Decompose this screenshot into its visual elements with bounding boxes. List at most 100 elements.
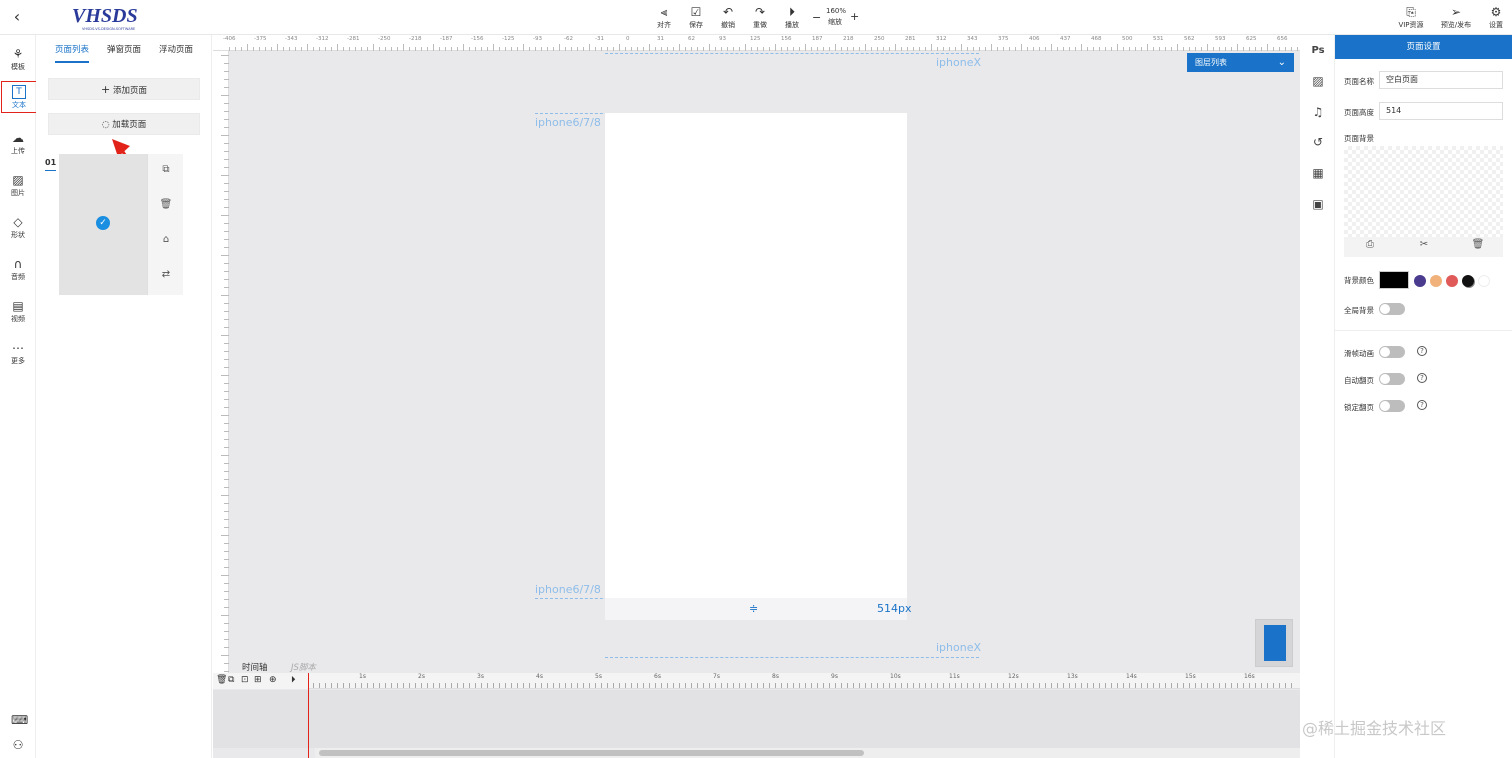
guide-label-iphone678-bottom: iphone6/7/8 (535, 583, 601, 596)
ruler-tick (673, 47, 674, 51)
timeline-tick (439, 683, 440, 688)
user-icon[interactable]: ⚇ (0, 735, 36, 755)
timeline-playhead[interactable] (308, 673, 309, 758)
ruler-tick-label: 531 (1153, 36, 1164, 42)
delete-icon[interactable]: 🗑 (216, 675, 227, 685)
ruler-tick (1129, 47, 1130, 51)
ruler-tick (259, 47, 260, 51)
background-color-picker[interactable] (1379, 271, 1409, 289)
layer-list-dropdown[interactable]: 图层列表 ⌄ (1187, 53, 1294, 72)
color-swatch-peach[interactable] (1430, 275, 1442, 287)
sidebar-item-more[interactable]: ⋯ 更多 (0, 335, 36, 371)
tool-sidebar: ⚘ 模板 T 文本 ☁ 上传 ▨ 图片 ◇ 形状 ∩ 音频 ▤ 视频 ⋯ 更多 (0, 35, 49, 758)
save-button[interactable]: ☑ 保存 (683, 5, 709, 33)
help-icon[interactable]: ? (1417, 373, 1427, 383)
resize-height-icon[interactable]: ≑ (749, 602, 758, 615)
timeline-tick (1195, 683, 1196, 688)
color-swatch-purple[interactable] (1414, 275, 1426, 287)
tab-js-script[interactable]: JS脚本 (291, 661, 316, 673)
timeline-track[interactable] (213, 690, 1300, 748)
color-swatch-red[interactable] (1446, 275, 1458, 287)
align-button[interactable]: ⫷ 对齐 (651, 5, 677, 33)
ruler-tick (224, 567, 229, 568)
settings-button[interactable]: ⚙ 设置 (1484, 5, 1508, 33)
preview-publish-button[interactable]: ➢ 预览/发布 (1438, 5, 1474, 33)
timeline-play-icon[interactable]: ⏵ (291, 675, 296, 685)
auto-flip-toggle[interactable] (1379, 373, 1405, 385)
undo-button[interactable]: ↶ 撤销 (715, 5, 741, 33)
align-icon: ⫷ (660, 5, 668, 19)
ps-import-icon[interactable]: Ps (1308, 41, 1328, 61)
scrollbar-thumb[interactable] (319, 750, 864, 756)
back-chevron-icon[interactable]: ‹ (8, 9, 26, 27)
sidebar-item-upload[interactable]: ☁ 上传 (0, 125, 36, 161)
ruler-tick (505, 47, 506, 51)
tab-floating-pages[interactable]: 浮动页面 (159, 43, 193, 55)
copy-icon[interactable]: ⧉ (228, 675, 234, 685)
zoom-in-button[interactable]: + (850, 10, 859, 23)
music-icon[interactable]: ♫ (1308, 102, 1328, 122)
ruler-tick (847, 47, 848, 51)
texture-icon[interactable]: ▨ (1308, 71, 1328, 91)
sidebar-item-video[interactable]: ▤ 视频 (0, 293, 36, 329)
play-button[interactable]: ⏵ 播放 (779, 5, 805, 33)
sidebar-item-image[interactable]: ▨ 图片 (0, 167, 36, 203)
history-icon[interactable]: ↺ (1308, 132, 1328, 152)
lock-flip-toggle[interactable] (1379, 400, 1405, 412)
grid-icon[interactable]: ▦ (1308, 163, 1328, 183)
timeline-tick (1015, 683, 1016, 688)
timeline-tick (859, 683, 860, 688)
set-home-icon[interactable]: ⌂ (148, 234, 184, 252)
page-height-input[interactable]: 514 (1379, 102, 1503, 120)
delete-background-icon[interactable]: 🗑 (1468, 239, 1488, 255)
help-icon[interactable]: ? (1417, 346, 1427, 356)
tab-page-list[interactable]: 页面列表 (55, 43, 90, 63)
color-swatch-black[interactable] (1462, 275, 1474, 287)
page-thumbnail[interactable]: ✓ (59, 154, 147, 295)
ruler-tick (224, 383, 229, 384)
select-icon[interactable]: ⊡ (241, 675, 249, 685)
help-icon[interactable]: ? (1417, 400, 1427, 410)
slide-animation-toggle[interactable] (1379, 346, 1405, 358)
crop-scissors-icon[interactable]: ✂ (1414, 239, 1434, 255)
image-library-icon[interactable]: ⎙ (1360, 239, 1380, 255)
sidebar-item-template[interactable]: ⚘ 模板 (0, 41, 36, 77)
replace-page-icon[interactable]: ⇄ (148, 269, 184, 287)
ruler-tick (655, 47, 656, 51)
ruler-tick (889, 47, 890, 51)
image-icon: ▨ (12, 173, 24, 187)
keyboard-icon[interactable]: ⌨ (0, 711, 36, 729)
zoom-out-button[interactable]: − (812, 11, 821, 24)
background-image-box[interactable] (1344, 146, 1503, 237)
timeline-tick (865, 683, 866, 688)
timeline-tick (1159, 683, 1160, 688)
tab-popup-pages[interactable]: 弹窗页面 (107, 43, 141, 55)
timeline-tick (679, 683, 680, 688)
add-page-button[interactable]: + 添加页面 (48, 78, 200, 100)
delete-page-icon[interactable]: 🗑 (148, 199, 184, 217)
copy-page-icon[interactable]: ⧉ (148, 164, 184, 182)
page-name-input[interactable]: 空白页面 (1379, 71, 1503, 89)
play-icon: ⏵ (788, 5, 795, 19)
sidebar-item-audio[interactable]: ∩ 音频 (0, 251, 36, 287)
filter-icon[interactable]: ⊞ (254, 675, 262, 685)
timeline-tick (313, 683, 314, 688)
timeline-tick (475, 683, 476, 688)
sidebar-item-shape[interactable]: ◇ 形状 (0, 209, 36, 245)
color-swatch-white[interactable] (1478, 275, 1490, 287)
ruler-tick (721, 47, 722, 51)
redo-button[interactable]: ↷ 重做 (747, 5, 773, 33)
add-keyframe-icon[interactable]: ⊕ (269, 675, 277, 685)
page-artboard[interactable] (605, 113, 907, 598)
global-background-toggle[interactable] (1379, 303, 1405, 315)
timeline-tick (799, 683, 800, 688)
ruler-tick (559, 44, 560, 51)
timeline-tick (367, 683, 368, 688)
timeline-scrollbar[interactable] (315, 748, 1300, 758)
picture-icon[interactable]: ▣ (1308, 194, 1328, 214)
ruler-tick (769, 47, 770, 51)
vip-resources-button[interactable]: ⎘ VIP资源 (1396, 5, 1426, 33)
ruler-tick (589, 44, 590, 51)
timeline-tick (433, 683, 434, 688)
load-page-button[interactable]: ◌ 加载页面 (48, 113, 200, 135)
